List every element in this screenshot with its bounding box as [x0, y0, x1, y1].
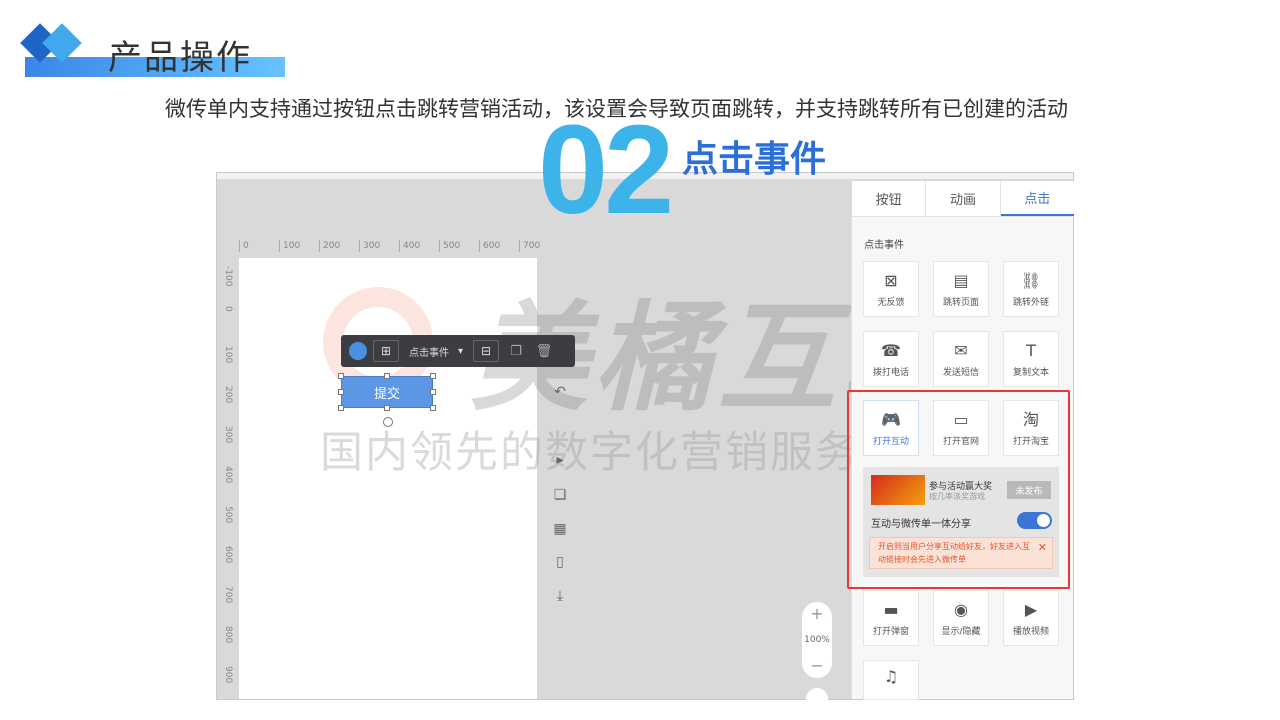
event-external-link[interactable]: ⛓ 跳转外链	[1003, 261, 1059, 317]
copy-text-icon: T	[1026, 340, 1036, 360]
intro-text: 微传单内支持通过按钮点击跳转营销活动，该设置会导致页面跳转，并支持跳转所有已创建…	[165, 97, 1068, 121]
rotate-handle-icon[interactable]	[383, 417, 393, 427]
resize-handle[interactable]	[430, 405, 436, 411]
watermark-slogan: 国内领先的数字化营销服务商	[320, 428, 905, 478]
event-label: 跳转外链	[1012, 297, 1049, 308]
ruler-tick: 600	[223, 546, 233, 564]
resize-handle[interactable]	[338, 405, 344, 411]
event-label: 打开弹窗	[872, 626, 909, 637]
tab-click[interactable]: 点击	[1000, 181, 1074, 216]
event-select-value: 点击事件	[409, 347, 449, 359]
resize-handle[interactable]	[338, 373, 344, 379]
sms-icon: ✉	[954, 340, 968, 360]
ruler-vertical: -100 0 100 200 300 400 500 600 700 800 9…	[221, 258, 237, 698]
music-icon: ♫	[883, 667, 899, 686]
play-icon: ▶	[1024, 599, 1038, 619]
ruler-tick: 200	[223, 386, 233, 404]
undo-icon[interactable]: ↶	[552, 384, 568, 400]
event-label: 无反馈	[877, 297, 905, 308]
event-label: 播放视频	[1012, 626, 1049, 637]
tab-button[interactable]: 按钮	[852, 181, 927, 216]
event-play-music[interactable]: ♫	[863, 660, 919, 700]
zoom-out-button[interactable]: −	[810, 658, 823, 674]
element-toolbar: ⊞ 点击事件 ▾ ⊟ ❐ 🗑	[341, 335, 575, 367]
duplicate-icon[interactable]: ❐	[505, 340, 527, 362]
event-label: 显示/隐藏	[941, 626, 981, 637]
zoom-in-button[interactable]: +	[810, 606, 823, 622]
resize-handle[interactable]	[430, 389, 436, 395]
event-copy-text[interactable]: T 复制文本	[1003, 331, 1059, 387]
ruler-tick: 600	[479, 240, 500, 252]
resize-handle[interactable]	[384, 405, 390, 411]
align-button[interactable]: ⊞	[373, 340, 399, 362]
event-sms[interactable]: ✉ 发送短信	[933, 331, 989, 387]
tab-animation[interactable]: 动画	[926, 181, 1001, 216]
highlight-frame	[847, 390, 1070, 589]
delete-icon[interactable]: 🗑	[533, 340, 555, 362]
ruler-tick: 400	[399, 240, 420, 252]
tablet-icon[interactable]: ▯	[552, 554, 568, 570]
link-icon: ⛓	[1020, 270, 1042, 290]
event-label: 复制文本	[1012, 367, 1049, 378]
resize-handle[interactable]	[384, 373, 390, 379]
section-label: 点击事件	[682, 139, 827, 180]
ruler-tick: 500	[439, 240, 460, 252]
color-picker-button[interactable]	[349, 342, 367, 360]
section-number: 02	[538, 99, 674, 240]
ruler-tick: -100	[223, 266, 233, 287]
ruler-tick: 300	[359, 240, 380, 252]
panel-section-label: 点击事件	[864, 240, 904, 251]
event-label: 发送短信	[942, 367, 979, 378]
resize-handle[interactable]	[430, 373, 436, 379]
phone-icon: ☎	[881, 340, 901, 360]
chevron-down-icon: ▾	[457, 345, 463, 357]
zoom-control: + 100% −	[802, 602, 832, 678]
zoom-level: 100%	[804, 635, 830, 645]
ruler-tick: 0	[223, 306, 233, 312]
ruler-tick: 500	[223, 506, 233, 524]
panel-tabs: 按钮 动画 点击	[852, 181, 1074, 217]
event-show-hide[interactable]: ◉ 显示/隐藏	[933, 590, 989, 646]
event-label: 拨打电话	[872, 367, 909, 378]
ruler-tick: 300	[223, 426, 233, 444]
layer-button[interactable]: ⊟	[473, 340, 499, 362]
event-play-video[interactable]: ▶ 播放视频	[1003, 590, 1059, 646]
ruler-tick: 700	[519, 240, 540, 252]
ruler-tick: 700	[223, 586, 233, 604]
event-no-feedback[interactable]: ⊠ 无反馈	[863, 261, 919, 317]
slide: 产品操作 微传单内支持通过按钮点击跳转营销活动，该设置会导致页面跳转，并支持跳转…	[0, 0, 1280, 720]
resize-handle[interactable]	[338, 389, 344, 395]
download-icon[interactable]: ⤓	[552, 588, 568, 604]
preview-icon[interactable]: ▸	[552, 452, 568, 468]
ruler-tick: 100	[279, 240, 300, 252]
ruler-tick: 900	[223, 666, 233, 684]
ruler-tick: 200	[319, 240, 340, 252]
layout-icon[interactable]: ▦	[552, 521, 568, 537]
event-jump-page[interactable]: ▤ 跳转页面	[933, 261, 989, 317]
event-select[interactable]: 点击事件 ▾	[405, 340, 467, 362]
eye-icon: ◉	[954, 599, 968, 619]
page-icon: ▤	[953, 270, 969, 290]
ruler-horizontal: 0 100 200 300 400 500 600 700	[239, 240, 559, 254]
ruler-tick: 800	[223, 626, 233, 644]
popup-icon: ▬	[883, 599, 899, 619]
ruler-tick: 400	[223, 466, 233, 484]
event-label: 跳转页面	[942, 297, 979, 308]
event-phone[interactable]: ☎ 拨打电话	[863, 331, 919, 387]
event-open-popup[interactable]: ▬ 打开弹窗	[863, 590, 919, 646]
ruler-tick: 100	[223, 346, 233, 364]
slide-title: 产品操作	[108, 38, 252, 78]
submit-button[interactable]: 提交	[341, 376, 433, 408]
no-feedback-icon: ⊠	[884, 270, 898, 290]
copy-page-icon[interactable]: ❏	[552, 487, 568, 503]
ruler-tick: 0	[239, 240, 249, 252]
